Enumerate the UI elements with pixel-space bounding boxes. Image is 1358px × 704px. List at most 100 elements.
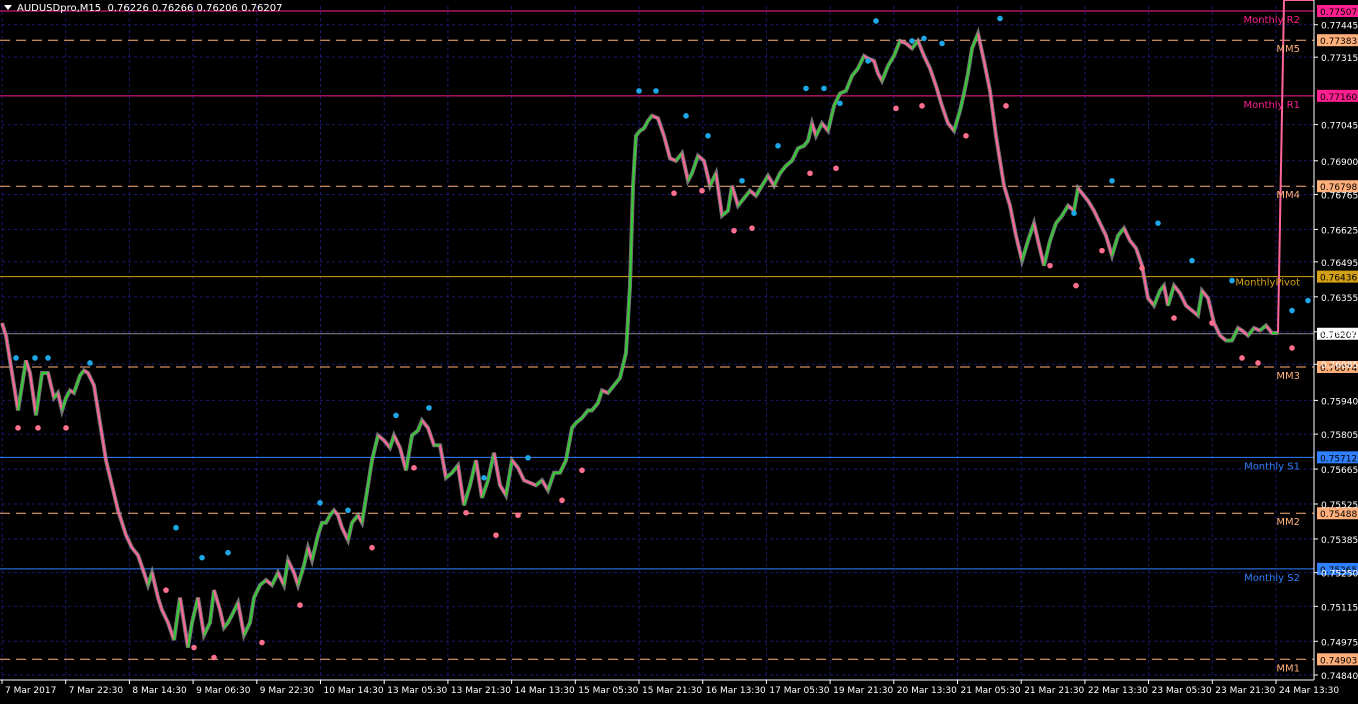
swing-high-point: [345, 507, 351, 514]
time-tick-label: 21 Mar 05:30: [961, 686, 1021, 696]
price-tick-label: 0.76900: [1321, 158, 1358, 168]
swing-low-point: [699, 187, 705, 194]
swing-low-point: [1099, 247, 1105, 254]
time-tick-label: 7 Mar 2017: [5, 686, 56, 696]
time-tick-label: 13 Mar 05:30: [387, 686, 447, 696]
level-name-label: Monthly R1: [1243, 100, 1300, 111]
swing-high-point: [683, 113, 689, 119]
swing-low-point: [1255, 360, 1261, 366]
swing-low-point: [463, 509, 469, 516]
swing-low-point: [1289, 345, 1295, 351]
swing-high-point: [775, 142, 781, 149]
swing-low-point: [1209, 320, 1215, 326]
chart-area[interactable]: Monthly R2 0.77507 MM5 0.77383 Monthly R1 0.7…: [0, 0, 1358, 700]
price-tick-label: 0.75115: [1321, 603, 1358, 613]
price-tick-label: 0.77445: [1321, 22, 1358, 32]
swing-low-point: [731, 227, 737, 234]
price-label-text: 0.77383: [1320, 37, 1357, 47]
swing-low-point: [15, 425, 21, 431]
swing-low-point: [259, 639, 265, 646]
price-tick-label: 0.77045: [1321, 122, 1358, 132]
price-label-text: 0.75712: [1320, 454, 1357, 464]
price-tick-label: 0.74840: [1321, 672, 1358, 682]
swing-low-point: [411, 465, 417, 471]
price-tick-label: 0.74975: [1321, 638, 1358, 648]
time-tick-label: 10 Mar 14:30: [324, 686, 384, 696]
price-label-text: 0.75488: [1320, 510, 1357, 520]
swing-high-point: [837, 100, 843, 107]
time-tick-label: 22 Mar 13:30: [1088, 686, 1148, 696]
price-tick-label: 0.77315: [1321, 54, 1358, 64]
swing-high-point: [225, 549, 231, 556]
swing-high-point: [1289, 307, 1295, 314]
swing-high-point: [1109, 177, 1115, 184]
swing-high-point: [1305, 297, 1311, 304]
swing-low-point: [493, 532, 499, 539]
level-name-label: MM5: [1276, 44, 1300, 55]
level-name-label: MM2: [1276, 517, 1300, 528]
swing-low-point: [1073, 282, 1079, 289]
time-tick-label: 7 Mar 22:30: [69, 686, 124, 696]
swing-high-point: [426, 405, 432, 411]
time-tick-label: 15 Mar 05:30: [578, 686, 638, 696]
price-tick-label: 0.76085: [1321, 361, 1358, 371]
price-tick-label: 0.76355: [1321, 294, 1358, 304]
swing-high-point: [45, 355, 51, 361]
price-label-text: 0.77160: [1320, 93, 1357, 103]
time-tick-label: 17 Mar 05:30: [769, 686, 829, 696]
swing-low-point: [1239, 355, 1245, 361]
level-name-label: MM4: [1276, 190, 1300, 201]
swing-high-point: [873, 18, 879, 24]
swing-high-point: [173, 524, 179, 531]
time-tick-label: 23 Mar 05:30: [1152, 686, 1212, 696]
price-tick-label: 0.75665: [1321, 466, 1358, 476]
price-tick-label: 0.75250: [1321, 570, 1358, 580]
ohlc-readout: 0.76226 0.76266 0.76206 0.76207: [107, 3, 283, 14]
level-name-label: Monthly S2: [1244, 573, 1300, 584]
chevron-down-icon[interactable]: [4, 5, 12, 10]
time-tick-label: 8 Mar 14:30: [132, 686, 187, 696]
level-name-label: MonthlyPivot: [1235, 278, 1300, 289]
price-label-text: 0.76436: [1320, 274, 1357, 284]
swing-high-point: [803, 85, 809, 92]
swing-high-point: [1071, 210, 1077, 216]
swing-low-point: [297, 602, 303, 608]
swing-high-point: [393, 412, 399, 419]
price-chart[interactable]: Monthly R2 0.77507 MM5 0.77383 Monthly R1 0.7…: [0, 0, 1358, 700]
swing-low-point: [191, 644, 197, 651]
swing-high-point: [13, 355, 19, 361]
swing-low-point: [369, 544, 375, 551]
swing-low-point: [163, 587, 169, 593]
swing-high-point: [997, 15, 1003, 22]
time-tick-label: 20 Mar 13:30: [897, 686, 957, 696]
price-tick-label: 0.76495: [1321, 259, 1358, 269]
level-name-label: Monthly S1: [1244, 461, 1300, 472]
swing-high-point: [739, 177, 745, 184]
swing-low-point: [63, 425, 69, 431]
swing-high-point: [939, 40, 945, 47]
swing-high-point: [481, 475, 487, 481]
swing-low-point: [893, 105, 899, 112]
price-tick-label: 0.75805: [1321, 431, 1358, 441]
swing-high-point: [1189, 257, 1195, 264]
swing-low-point: [211, 654, 217, 661]
swing-low-point: [1003, 103, 1009, 109]
price-tick-label: 0.76765: [1321, 191, 1358, 201]
swing-high-point: [199, 554, 205, 561]
price-label-text: 0.77507: [1320, 8, 1357, 18]
price-tick-label: 0.75940: [1321, 397, 1358, 407]
price-tick-label: 0.75385: [1321, 536, 1358, 546]
swing-high-point: [909, 38, 915, 44]
swing-low-point: [35, 425, 41, 431]
time-tick-label: 14 Mar 13:30: [515, 686, 575, 696]
swing-high-point: [705, 133, 711, 139]
symbol-label: AUDUSDpro,M15: [17, 3, 102, 14]
time-tick-label: 24 Mar 13:30: [1279, 686, 1339, 696]
time-tick-label: 23 Mar 21:30: [1215, 686, 1275, 696]
level-name-label: Monthly R2: [1243, 15, 1300, 26]
swing-low-point: [1047, 262, 1053, 269]
price-label-text: 0.74903: [1320, 656, 1357, 666]
swing-low-point: [559, 497, 565, 504]
time-tick-label: 21 Mar 21:30: [1024, 686, 1084, 696]
time-tick-label: 9 Mar 22:30: [260, 686, 315, 696]
